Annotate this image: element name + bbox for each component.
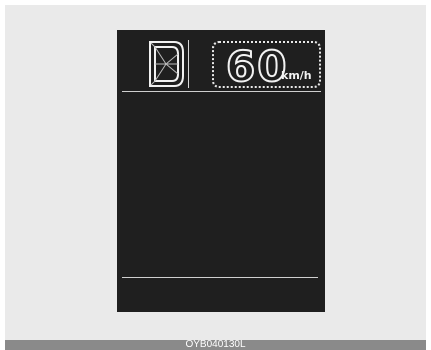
display-vertical-divider: [188, 40, 189, 88]
gear-d-segment-icon: [149, 41, 184, 87]
gear-indicator: D: [148, 40, 186, 88]
display-top-divider: [122, 91, 321, 92]
display-bottom-divider: [122, 277, 318, 278]
caption-bar: OYB040130L: [5, 340, 426, 350]
speed-value: 60: [225, 42, 289, 91]
speed-unit: km/h: [281, 69, 312, 82]
figure-code: OYB040130L: [185, 339, 246, 350]
